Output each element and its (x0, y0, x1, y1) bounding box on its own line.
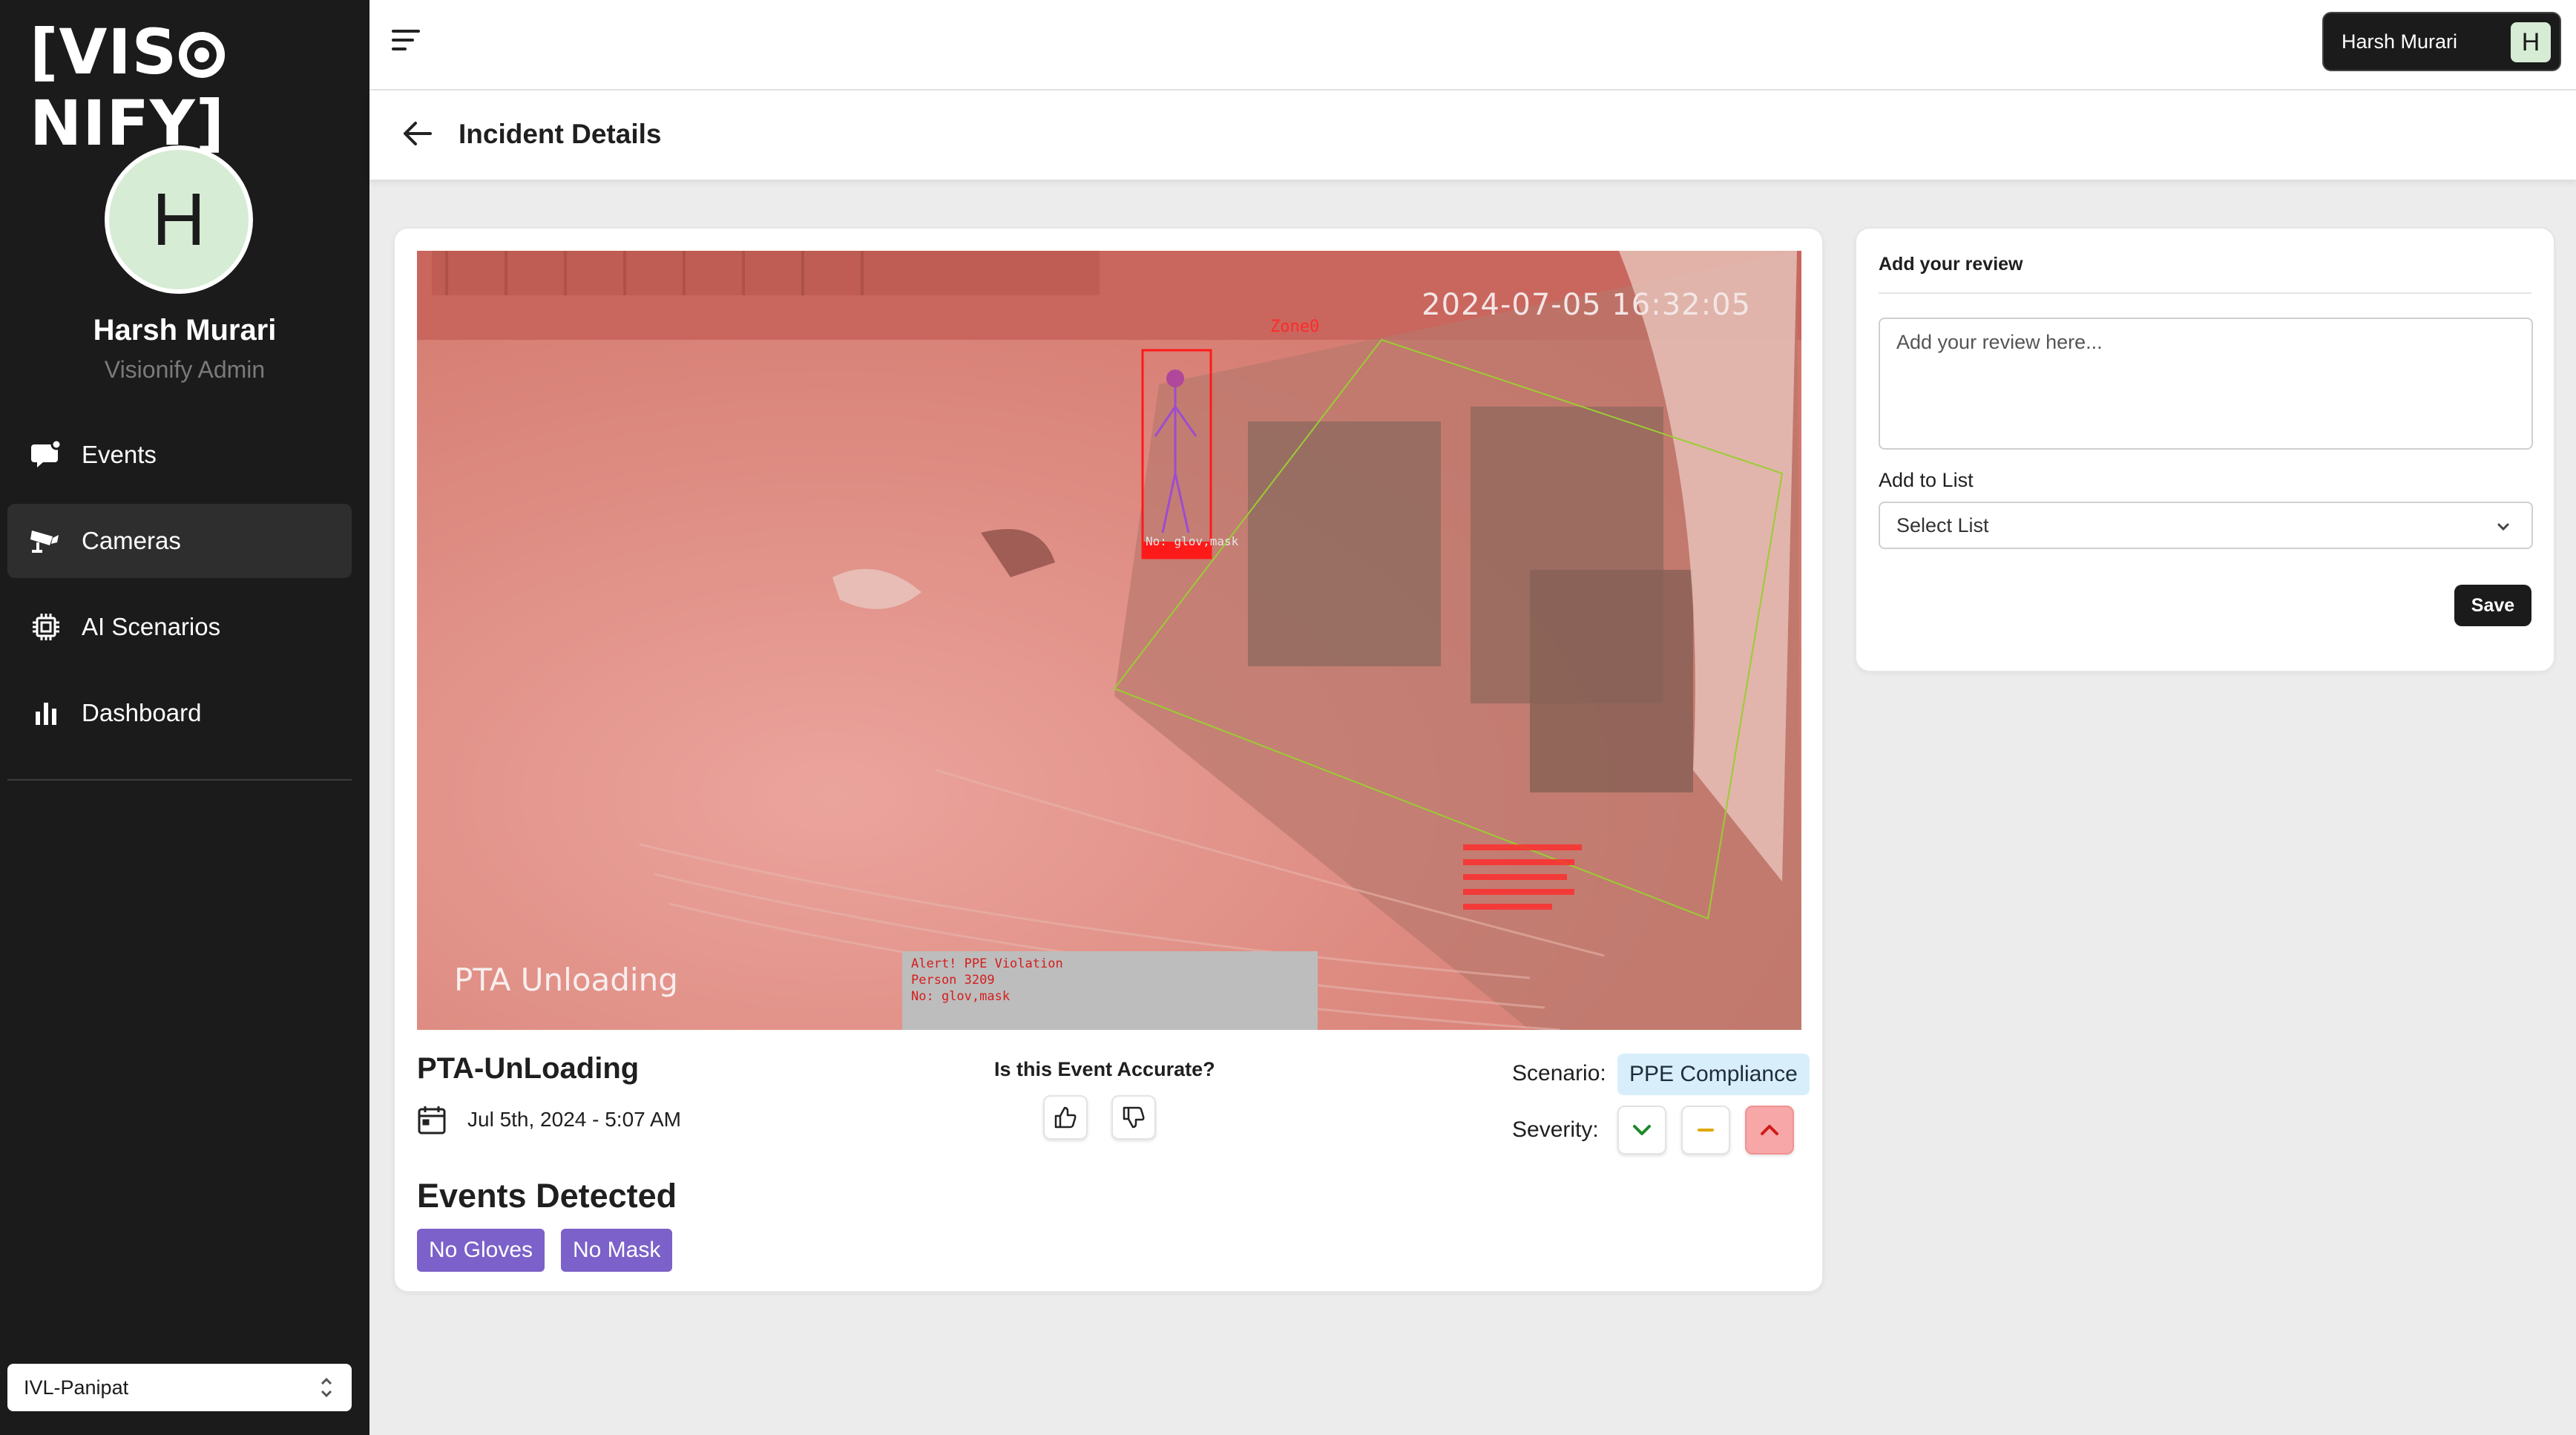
visionify-logo[interactable]: [VISNIFY] (30, 16, 369, 159)
sidebar-item-label: Cameras (82, 527, 181, 554)
page-header: Incident Details (369, 91, 2576, 180)
review-card: Add your review Add to List Select List … (1855, 227, 2555, 672)
sidebar-item-dashboard[interactable]: Dashboard (7, 676, 352, 750)
user-menu-name: Harsh Murari (2342, 30, 2458, 53)
site-selector[interactable]: IVL-Panipat (7, 1364, 352, 1411)
accuracy-question: Is this Event Accurate? (994, 1058, 1215, 1080)
sidebar-item-label: Events (82, 441, 157, 468)
user-menu-avatar: H (2511, 22, 2551, 62)
incident-date-row: Jul 5th, 2024 - 5:07 AM (417, 1104, 681, 1135)
calendar-icon (418, 1106, 446, 1134)
user-role: Visionify Admin (104, 356, 266, 383)
chevron-down-icon (1633, 1125, 1651, 1135)
event-tag: No Mask (561, 1229, 673, 1272)
sidebar-item-ai-scenarios[interactable]: AI Scenarios (7, 590, 352, 664)
event-tag: No Gloves (417, 1229, 545, 1272)
user-avatar: H (105, 145, 253, 294)
video-alert-box: Alert! PPE Violation Person 3209 No: glo… (902, 951, 1318, 1030)
page-title: Incident Details (459, 119, 662, 149)
camera-icon (28, 523, 64, 559)
list-select[interactable]: Select List (1879, 502, 2533, 549)
minus-icon (1698, 1129, 1714, 1132)
sidebar-divider (7, 779, 352, 781)
video-alert-line: Alert! PPE Violation (911, 956, 1063, 971)
sidebar-item-label: Dashboard (82, 699, 202, 726)
sidebar-item-events[interactable]: Events (7, 418, 352, 492)
severity-high-button[interactable] (1745, 1106, 1794, 1155)
events-icon (28, 437, 64, 473)
thumbs-up-button[interactable] (1043, 1095, 1088, 1140)
menu-icon[interactable] (390, 27, 421, 57)
add-to-list-label: Add to List (1879, 469, 1974, 491)
sidebar-item-cameras[interactable]: Cameras (7, 504, 352, 578)
review-title: Add your review (1879, 254, 2023, 275)
logo-eye-icon (179, 32, 226, 78)
sidebar: [VISNIFY] H Harsh Murari Visionify Admin… (0, 0, 369, 1435)
user-menu-button[interactable]: Harsh Murari H (2322, 12, 2561, 71)
video-alert-line: No: glov,mask (911, 989, 1011, 1004)
severity-medium-button[interactable] (1681, 1106, 1730, 1155)
top-bar: Harsh Murari H (369, 0, 2576, 91)
save-button[interactable]: Save (2454, 585, 2531, 626)
sidebar-item-label: AI Scenarios (82, 613, 221, 640)
video-zone-label: Zone0 (1270, 318, 1320, 336)
events-detected-title: Events Detected (417, 1177, 677, 1215)
chip-icon (28, 609, 64, 645)
thumbs-up-icon (1054, 1106, 1077, 1129)
thumbs-down-button[interactable] (1111, 1095, 1156, 1140)
incident-datetime: Jul 5th, 2024 - 5:07 AM (467, 1108, 681, 1131)
video-camera-name: PTA Unloading (454, 962, 678, 998)
scenario-badge: PPE Compliance (1617, 1054, 1810, 1095)
list-select-value: Select List (1896, 513, 1989, 536)
incident-name: PTA-UnLoading (417, 1052, 640, 1085)
camera-scene (417, 251, 1801, 1030)
video-alert-line: Person 3209 (911, 973, 995, 988)
site-selector-value: IVL-Panipat (24, 1376, 129, 1399)
severity-label: Severity: (1512, 1117, 1599, 1142)
video-person-label: No: glov,mask (1146, 534, 1239, 548)
chevron-down-icon (2494, 518, 2512, 541)
review-divider (1879, 292, 2531, 294)
incident-card: 2024-07-05 16:32:05 Zone0 No: glov,mask … (393, 227, 1824, 1293)
thumbs-down-icon (1123, 1106, 1145, 1129)
bar-chart-icon (28, 695, 64, 731)
video-timestamp: 2024-07-05 16:32:05 (1422, 288, 1751, 322)
back-arrow-icon[interactable] (399, 117, 435, 154)
severity-low-button[interactable] (1617, 1106, 1666, 1155)
review-input[interactable] (1879, 318, 2533, 450)
user-name: Harsh Murari (93, 314, 277, 347)
incident-video-frame[interactable]: 2024-07-05 16:32:05 Zone0 No: glov,mask … (417, 251, 1801, 1030)
scenario-label: Scenario: (1512, 1061, 1606, 1086)
updown-chevron-icon (318, 1374, 335, 1406)
chevron-up-icon (1761, 1125, 1778, 1135)
